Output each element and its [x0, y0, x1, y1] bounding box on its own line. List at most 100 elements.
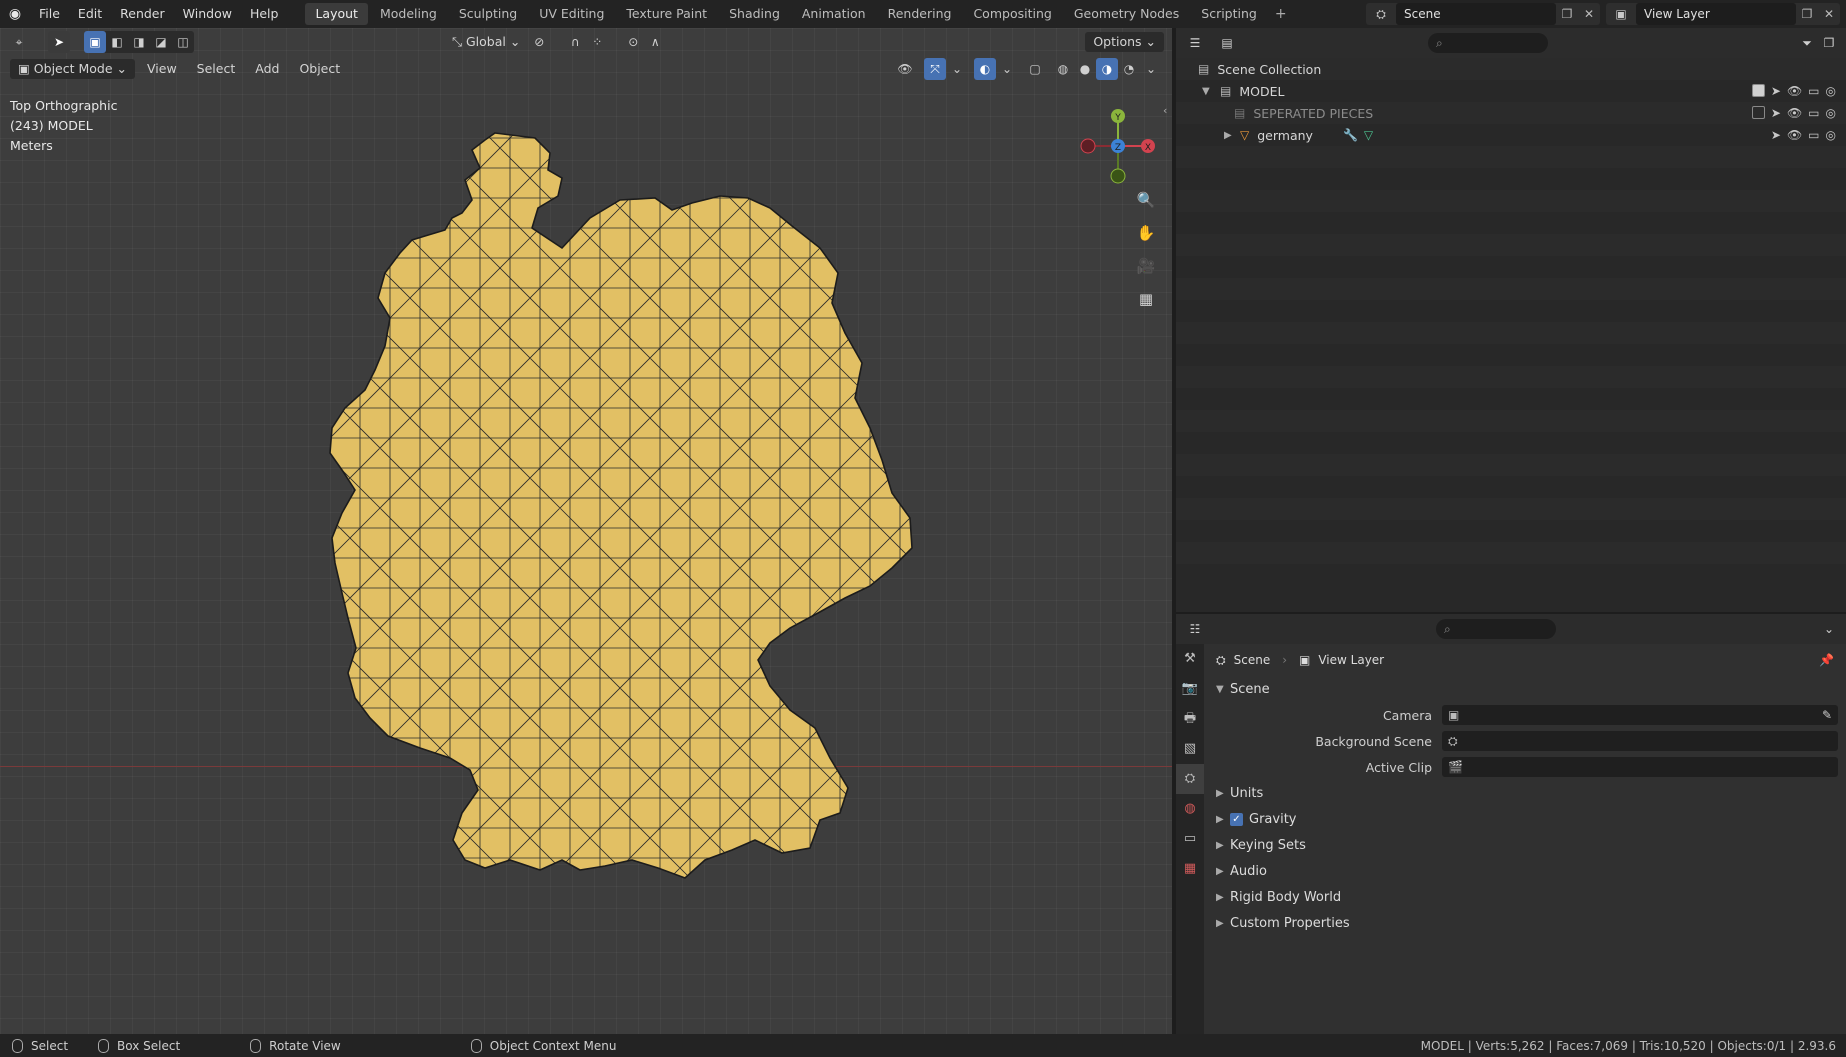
monitor-icon[interactable]: ▭ — [1808, 128, 1819, 142]
new-view-layer-icon[interactable]: ❐ — [1796, 7, 1818, 21]
3d-viewport[interactable]: ⌖ ➤ ▣ ◧ ◨ ◪ ◫ ⤡ Global ⌄ ⊘ ∩ ⁘ ⊙ ∧ Optio… — [0, 28, 1172, 1034]
outliner-row-model[interactable]: ▼ ▤ MODEL ➤ 👁 ▭ ◎ — [1176, 80, 1846, 102]
render-camera-icon[interactable]: ◎ — [1826, 128, 1836, 142]
tab-modeling[interactable]: Modeling — [370, 3, 447, 25]
monitor-icon[interactable]: ▭ — [1808, 106, 1819, 120]
tab-rendering[interactable]: Rendering — [878, 3, 962, 25]
select-new-icon[interactable]: ▣ — [84, 31, 106, 53]
select-arrow-icon[interactable]: ➤ — [1771, 128, 1781, 142]
outliner-row-scene-collection[interactable]: ▤ Scene Collection — [1176, 58, 1846, 80]
menu-select[interactable]: Select — [189, 59, 244, 79]
filter-icon[interactable]: ⏷ — [1796, 32, 1818, 54]
ortho-grid-icon[interactable]: ▦ — [1132, 285, 1160, 313]
camera-field[interactable]: ▣ ✎ — [1442, 705, 1838, 725]
menu-render[interactable]: Render — [111, 0, 174, 28]
render-camera-icon[interactable]: ◎ — [1826, 106, 1836, 120]
pan-hand-icon[interactable]: ✋ — [1132, 219, 1160, 247]
solid-shading-icon[interactable]: ● — [1074, 58, 1096, 80]
tab-animation[interactable]: Animation — [792, 3, 876, 25]
editor-type-icon[interactable]: ⌖ — [8, 31, 30, 53]
menu-add[interactable]: Add — [247, 59, 287, 79]
shading-dropdown-icon[interactable]: ⌄ — [1140, 58, 1162, 80]
audio-panel[interactable]: ▶ Audio — [1206, 858, 1846, 884]
tab-texture-paint[interactable]: Texture Paint — [616, 3, 717, 25]
mesh-data-icon[interactable]: ▽ — [1364, 128, 1373, 142]
scene-name-field[interactable]: Scene — [1396, 3, 1556, 25]
eyedropper-icon[interactable]: ✎ — [1822, 705, 1832, 725]
navigation-gizmo[interactable]: Y X Z — [1070, 94, 1160, 194]
render-tab-icon[interactable]: 📷 — [1176, 674, 1204, 704]
render-camera-icon[interactable]: ◎ — [1826, 84, 1836, 98]
material-shading-icon[interactable]: ◑ — [1096, 58, 1118, 80]
falloff-icon[interactable]: ∧ — [644, 31, 666, 53]
add-workspace-icon[interactable]: + — [1269, 6, 1293, 22]
view-layer-tab-icon[interactable]: ▧ — [1176, 734, 1204, 764]
select-invert-icon[interactable]: ◪ — [150, 31, 172, 53]
modifier-wrench-icon[interactable]: 🔧 — [1343, 128, 1358, 142]
menu-file[interactable]: File — [30, 0, 69, 28]
rigid-body-world-panel[interactable]: ▶ Rigid Body World — [1206, 884, 1846, 910]
zoom-icon[interactable]: 🔍 — [1132, 186, 1160, 214]
select-tool-icon[interactable]: ➤ — [48, 31, 70, 53]
custom-properties-panel[interactable]: ▶ Custom Properties — [1206, 910, 1846, 936]
wireframe-shading-icon[interactable]: ◍ — [1052, 58, 1074, 80]
scene-panel-header[interactable]: ▼ Scene — [1206, 676, 1846, 702]
menu-view[interactable]: View — [139, 59, 185, 79]
view-layer-field[interactable]: View Layer — [1636, 3, 1796, 25]
outliner-editor-type-icon[interactable]: ☰ — [1184, 32, 1206, 54]
active-clip-field[interactable]: 🎬 — [1442, 757, 1838, 777]
properties-options-icon[interactable]: ⌄ — [1818, 618, 1840, 640]
gravity-panel[interactable]: ▶ ✓ Gravity — [1206, 806, 1846, 832]
select-intersect-icon[interactable]: ◫ — [172, 31, 194, 53]
expand-arrow-icon[interactable]: ▼ — [1202, 86, 1216, 97]
menu-edit[interactable]: Edit — [69, 0, 111, 28]
tab-uv-editing[interactable]: UV Editing — [529, 3, 614, 25]
xray-toggle-icon[interactable]: ▢ — [1024, 58, 1046, 80]
delete-scene-icon[interactable]: ✕ — [1578, 7, 1600, 21]
gizmo-neg-x-axis[interactable] — [1080, 138, 1096, 154]
options-dropdown[interactable]: Options ⌄ — [1085, 32, 1164, 52]
rendered-shading-icon[interactable]: ◔ — [1118, 58, 1140, 80]
pivot-point-icon[interactable]: ⊘ — [528, 31, 550, 53]
include-checkbox[interactable] — [1751, 84, 1765, 97]
eye-icon[interactable]: 👁 — [1787, 106, 1802, 120]
transform-orientation-dropdown[interactable]: ⤡ Global ⌄ — [444, 32, 528, 52]
output-tab-icon[interactable]: 🖶 — [1176, 704, 1204, 734]
overlay-toggle-icon[interactable]: ◐ — [974, 58, 996, 80]
tool-tab-icon[interactable]: ⚒ — [1176, 644, 1204, 674]
select-extend-icon[interactable]: ◧ — [106, 31, 128, 53]
tab-compositing[interactable]: Compositing — [963, 3, 1061, 25]
visibility-icon[interactable]: 👁 — [894, 58, 916, 80]
camera-view-icon[interactable]: 🎥 — [1132, 252, 1160, 280]
tab-sculpting[interactable]: Sculpting — [449, 3, 527, 25]
overlay-dropdown-icon[interactable]: ⌄ — [996, 58, 1018, 80]
eye-icon[interactable]: 👁 — [1787, 128, 1802, 142]
world-tab-icon[interactable]: ◍ — [1176, 794, 1204, 824]
display-mode-icon[interactable]: ▤ — [1216, 32, 1238, 54]
collection-tab-icon[interactable]: ▭ — [1176, 824, 1204, 854]
gizmo-neg-y-axis[interactable] — [1110, 168, 1126, 184]
outliner-row-germany[interactable]: ▶ ▽ germany 🔧 ▽ ➤ 👁 ▭ ◎ — [1176, 124, 1846, 146]
tab-layout[interactable]: Layout — [305, 3, 368, 25]
select-arrow-icon[interactable]: ➤ — [1771, 106, 1781, 120]
units-panel[interactable]: ▶ Units — [1206, 780, 1846, 806]
scene-selector[interactable]: ⛭ Scene ❐ ✕ — [1366, 3, 1600, 25]
proportional-edit-icon[interactable]: ⊙ — [622, 31, 644, 53]
pin-icon[interactable]: 📌 — [1819, 653, 1834, 667]
gizmo-dropdown-icon[interactable]: ⌄ — [946, 58, 968, 80]
view-layer-selector[interactable]: ▣ View Layer ❐ ✕ — [1606, 3, 1840, 25]
outliner-row-seperated-pieces[interactable]: ▤ SEPERATED PIECES ➤ 👁 ▭ ◎ — [1176, 102, 1846, 124]
delete-view-layer-icon[interactable]: ✕ — [1818, 7, 1840, 21]
tab-shading[interactable]: Shading — [719, 3, 790, 25]
object-mode-dropdown[interactable]: ▣ Object Mode ⌄ — [10, 59, 135, 79]
monitor-icon[interactable]: ▭ — [1808, 84, 1819, 98]
select-arrow-icon[interactable]: ➤ — [1771, 84, 1781, 98]
new-collection-icon[interactable]: ❐ — [1818, 32, 1840, 54]
gizmo-toggle-icon[interactable]: ⤧ — [924, 58, 946, 80]
new-scene-icon[interactable]: ❐ — [1556, 7, 1578, 21]
snap-target-icon[interactable]: ⁘ — [586, 31, 608, 53]
blender-logo-icon[interactable]: ◉ — [0, 0, 30, 28]
gravity-checkbox[interactable]: ✓ — [1230, 812, 1243, 826]
properties-search-input[interactable]: ⌕ — [1436, 619, 1556, 639]
eye-icon[interactable]: 👁 — [1787, 84, 1802, 98]
